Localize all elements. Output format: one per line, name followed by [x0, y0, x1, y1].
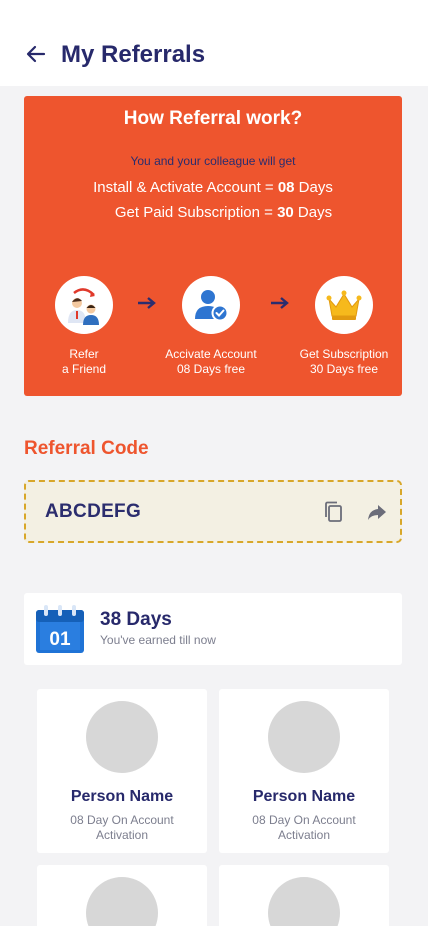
crown-icon — [326, 290, 362, 320]
step-label: Get Subscription 30 Days free — [289, 347, 399, 377]
step-label-line2: 08 Days free — [176, 362, 246, 376]
how-referral-works-card: How Referral work? You and your colleagu… — [24, 96, 402, 396]
back-arrow-icon — [26, 45, 46, 63]
referred-person-card[interactable] — [37, 865, 207, 926]
step-label-line2: 30 Days free — [309, 362, 379, 376]
avatar — [268, 877, 340, 926]
step-label-line1: Accivate Account — [165, 347, 257, 361]
right-arrow-icon — [271, 297, 289, 309]
referral-code-value[interactable]: ABCDEFG — [45, 501, 141, 523]
days-earned-card: 01 38 Days You've earned till now — [24, 593, 402, 665]
calendar-day-text: 01 — [49, 629, 71, 650]
benefit-subscription-label: Get Paid Subscription = — [114, 204, 278, 221]
step-refer-friend: Refer a Friend — [29, 276, 139, 377]
step-label-line2: a Friend — [61, 362, 107, 376]
copy-button[interactable] — [322, 500, 346, 524]
benefit-line-install: Install & Activate Account = 08 Days — [24, 178, 402, 198]
benefit-install-value: 08 — [277, 179, 295, 196]
referral-code-box: ABCDEFG — [24, 480, 402, 543]
person-name: Person Name — [252, 788, 356, 805]
referral-code-heading: Referral Code — [24, 438, 149, 459]
step-icon-circle — [182, 276, 240, 334]
refer-friend-icon — [68, 288, 99, 325]
back-button[interactable] — [22, 40, 50, 68]
share-forward-icon — [368, 505, 386, 520]
step-activate-account: Accivate Account 08 Days free — [156, 276, 266, 377]
benefit-install-unit: Days — [294, 179, 333, 196]
avatar — [86, 701, 158, 773]
benefit-subscription-value: 30 — [277, 204, 294, 221]
referred-person-card[interactable] — [219, 865, 389, 926]
earned-days-subtitle: You've earned till now — [100, 633, 216, 647]
referred-person-card[interactable]: Person Name 08 Day On Account Activation — [219, 689, 389, 853]
calendar-icon: 01 — [36, 605, 84, 653]
earned-days-value: 38 Days — [100, 609, 172, 630]
step-icon-circle — [55, 276, 113, 334]
step-label: Accivate Account 08 Days free — [156, 347, 266, 377]
referred-person-card[interactable]: Person Name 08 Day On Account Activation — [37, 689, 207, 853]
step-icon-circle — [315, 276, 373, 334]
avatar — [268, 701, 340, 773]
share-button[interactable] — [366, 502, 390, 524]
benefit-install-label: Install & Activate Account = — [93, 179, 278, 196]
step-label: Refer a Friend — [29, 347, 139, 377]
hero-subtitle: You and your colleague will get — [130, 154, 296, 168]
step-label-line1: Get Subscription — [299, 347, 389, 361]
avatar — [86, 877, 158, 926]
hero-title: How Referral work? — [123, 108, 303, 129]
person-name: Person Name — [70, 788, 174, 805]
benefit-subscription-unit: Days — [293, 204, 333, 221]
person-detail: 08 Day On Account Activation — [252, 813, 356, 842]
app-header: My Referrals — [0, 0, 428, 86]
step-label-line1: Refer — [69, 347, 99, 361]
step-get-subscription: Get Subscription 30 Days free — [289, 276, 399, 377]
copy-icon — [325, 501, 342, 522]
benefit-line-subscription: Get Paid Subscription = 30 Days — [24, 203, 402, 223]
activate-account-icon — [195, 290, 229, 322]
person-detail: 08 Day On Account Activation — [70, 813, 174, 842]
page-title: My Referrals — [61, 41, 206, 68]
right-arrow-icon — [138, 297, 156, 309]
